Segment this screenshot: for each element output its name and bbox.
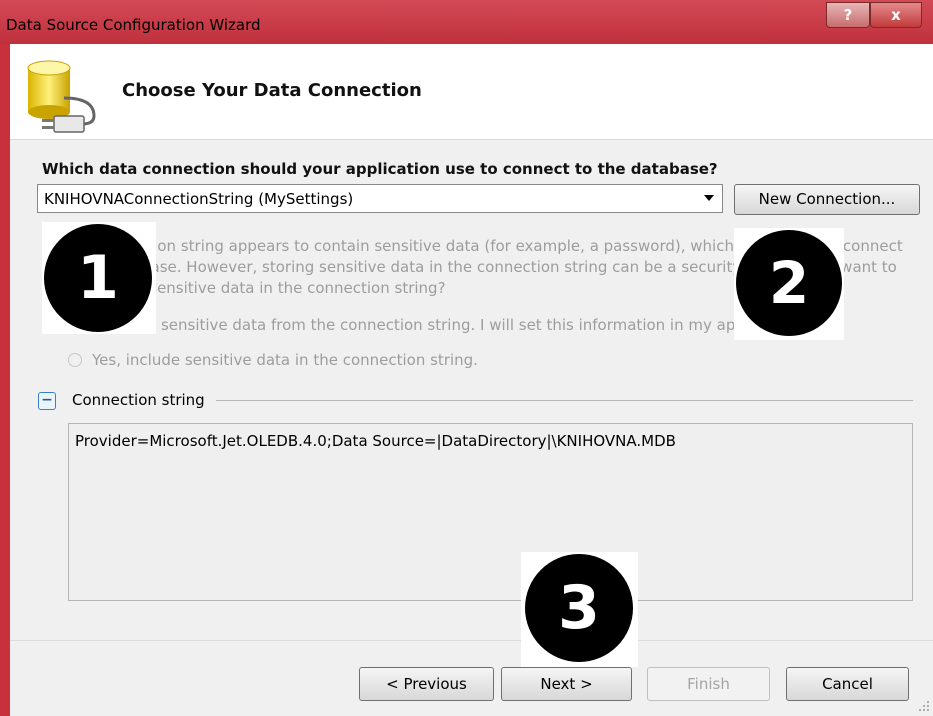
cancel-button[interactable]: Cancel xyxy=(786,667,909,701)
chevron-down-icon[interactable] xyxy=(704,195,714,201)
callout-3-number: 3 xyxy=(525,554,633,662)
help-button[interactable]: ? xyxy=(826,2,870,28)
window-title: Data Source Configuration Wizard xyxy=(6,16,261,34)
footer-divider xyxy=(10,640,933,641)
callout-2-number: 2 xyxy=(736,230,842,336)
resize-grip-icon[interactable] xyxy=(918,700,930,712)
close-button[interactable]: x xyxy=(870,2,922,28)
new-connection-button[interactable]: New Connection... xyxy=(734,184,920,215)
callout-1: 1 xyxy=(42,222,156,334)
radio-circle-icon[interactable] xyxy=(68,353,82,367)
database-plug-icon xyxy=(27,60,96,133)
page-title: Choose Your Data Connection xyxy=(122,80,422,101)
radio-include-label: Yes, include sensitive data in the conne… xyxy=(92,351,478,369)
connection-dropdown[interactable]: KNIHOVNAConnectionString (MySettings) xyxy=(37,184,723,213)
connection-question: Which data connection should your applic… xyxy=(42,160,718,178)
wizard-header: Choose Your Data Connection xyxy=(10,44,933,140)
radio-exclude-label: No, exclude sensitive data from the conn… xyxy=(68,316,846,334)
finish-button[interactable]: Finish xyxy=(647,667,770,701)
section-divider xyxy=(216,400,913,401)
callout-3: 3 xyxy=(521,552,638,667)
connection-string-value: Provider=Microsoft.Jet.OLEDB.4.0;Data So… xyxy=(75,432,676,450)
callout-1-number: 1 xyxy=(44,224,152,332)
connection-dropdown-value: KNIHOVNAConnectionString (MySettings) xyxy=(44,190,354,208)
next-button[interactable]: Next > xyxy=(501,667,632,701)
radio-exclude-sensitive[interactable]: No, exclude sensitive data from the conn… xyxy=(68,316,845,334)
radio-include-sensitive[interactable]: Yes, include sensitive data in the conne… xyxy=(68,351,478,369)
callout-2: 2 xyxy=(734,228,844,340)
collapse-icon[interactable]: − xyxy=(38,392,56,410)
title-bar[interactable]: Data Source Configuration Wizard ? x xyxy=(0,0,933,44)
previous-button[interactable]: < Previous xyxy=(359,667,494,701)
connection-string-label: Connection string xyxy=(72,391,205,409)
connection-string-box[interactable]: Provider=Microsoft.Jet.OLEDB.4.0;Data So… xyxy=(68,423,913,601)
